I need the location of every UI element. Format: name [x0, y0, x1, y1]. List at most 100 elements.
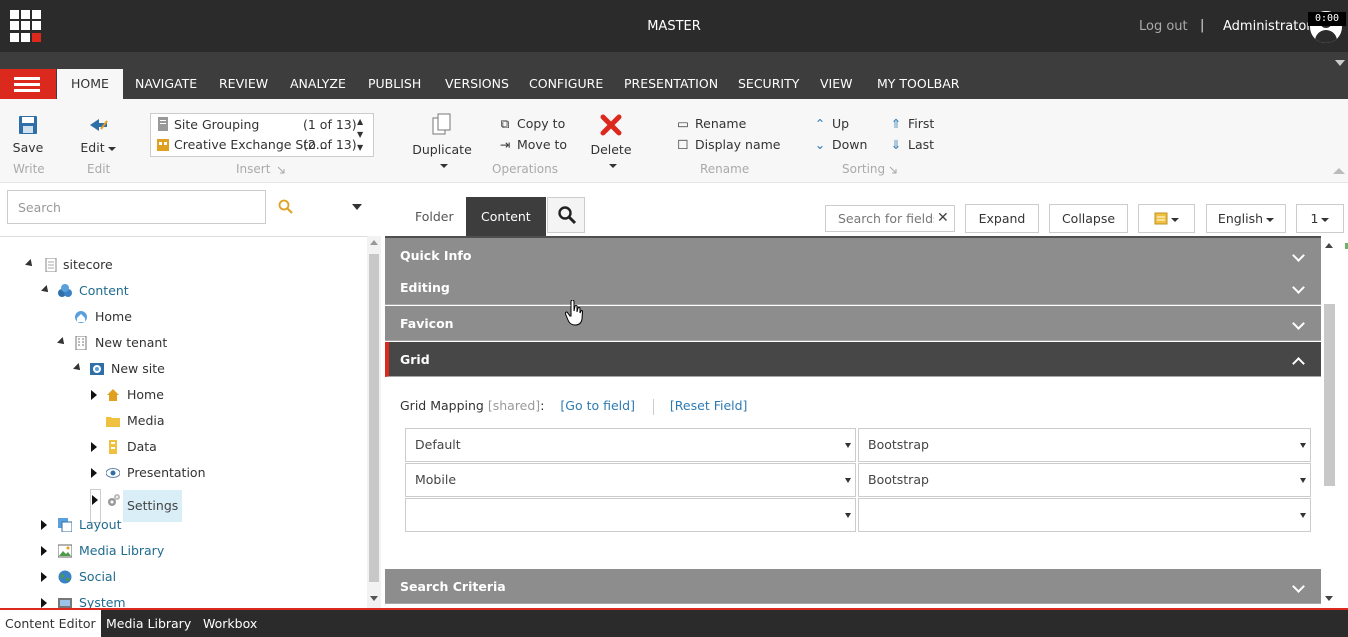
- scroll-down-icon[interactable]: ▼: [357, 130, 363, 139]
- sort-up-button[interactable]: ⌃ Up: [813, 116, 849, 131]
- collapsed-icon[interactable]: [91, 442, 97, 452]
- sort-first-button[interactable]: ⇑ First: [889, 116, 935, 131]
- scroll-up-icon[interactable]: [1325, 243, 1333, 248]
- move-to-button[interactable]: ⇥ Move to: [498, 137, 567, 152]
- tab-workbox[interactable]: Workbox: [196, 610, 264, 637]
- collapse-button[interactable]: Collapse: [1049, 204, 1128, 233]
- tab-folder[interactable]: Folder: [400, 197, 469, 236]
- up-label: Up: [832, 116, 850, 131]
- scroll-down-icon[interactable]: [370, 596, 378, 601]
- save-button[interactable]: Save: [12, 115, 44, 155]
- group-operations: Operations: [492, 162, 558, 176]
- search-tab-button[interactable]: [547, 197, 585, 233]
- ribbon-options-icon[interactable]: [1335, 60, 1345, 66]
- expand-group-icon[interactable]: [889, 166, 897, 174]
- insert-item-count: (2 of 13): [303, 137, 357, 152]
- version-button[interactable]: 1: [1296, 204, 1344, 233]
- tab-view[interactable]: VIEW: [806, 69, 867, 99]
- collapse-ribbon-icon[interactable]: [1333, 168, 1345, 174]
- section-editing[interactable]: Editing: [385, 270, 1321, 305]
- sort-last-button[interactable]: ⇓ Last: [889, 137, 934, 152]
- insert-item[interactable]: Site Grouping: [157, 117, 259, 132]
- scrollbar-thumb[interactable]: [1324, 304, 1335, 486]
- launchpad-icon[interactable]: [10, 10, 42, 42]
- menu-icon[interactable]: [0, 69, 56, 99]
- section-favicon[interactable]: Favicon: [385, 306, 1321, 341]
- select-value: Bootstrap: [868, 472, 929, 487]
- tab-home[interactable]: HOME: [57, 69, 123, 99]
- collapsed-icon[interactable]: [91, 390, 97, 400]
- field-search-input[interactable]: [826, 206, 934, 231]
- scroll-down-icon[interactable]: [1325, 596, 1333, 601]
- rename-button[interactable]: ▭ Rename: [676, 116, 746, 131]
- section-title: Grid: [400, 352, 430, 367]
- grid-system-select[interactable]: Bootstrap: [858, 428, 1311, 462]
- tab-media-library[interactable]: Media Library: [99, 610, 198, 637]
- scroll-up-icon[interactable]: [370, 240, 378, 245]
- copy-to-button[interactable]: ⧉ Copy to: [498, 116, 566, 132]
- section-grid[interactable]: Grid: [385, 342, 1321, 377]
- expanded-icon[interactable]: [41, 285, 51, 295]
- collapsed-icon[interactable]: [41, 572, 47, 582]
- save-icon: [19, 116, 37, 134]
- search-icon[interactable]: [278, 199, 294, 215]
- tab-my-toolbar[interactable]: MY TOOLBAR: [863, 69, 973, 99]
- reset-field-link[interactable]: [Reset Field]: [670, 398, 748, 413]
- delete-button[interactable]: Delete: [586, 113, 636, 172]
- user-name[interactable]: Administrator: [1223, 19, 1312, 34]
- expanded-icon[interactable]: [73, 363, 83, 373]
- section-quick-info[interactable]: Quick Info: [385, 238, 1321, 273]
- scroll-more-icon[interactable]: ▼: [357, 143, 363, 152]
- editor-scrollbar[interactable]: [1321, 236, 1337, 608]
- chevron-down-icon: [1266, 217, 1275, 222]
- validation-button[interactable]: [1138, 204, 1195, 233]
- template-icon: [158, 117, 168, 131]
- group-insert: Insert: [236, 162, 271, 176]
- device-select[interactable]: Mobile: [405, 463, 856, 497]
- tab-presentation[interactable]: PRESENTATION: [610, 69, 732, 99]
- insert-item-count: (1 of 13): [303, 117, 357, 132]
- collapsed-icon[interactable]: [41, 546, 47, 556]
- expanded-icon[interactable]: [25, 259, 35, 269]
- section-search-criteria[interactable]: Search Criteria: [385, 569, 1321, 604]
- chevron-down-icon: [1292, 249, 1305, 262]
- search-input[interactable]: [8, 191, 265, 223]
- select-value: Bootstrap: [868, 437, 929, 452]
- display-name-button[interactable]: ☐ Display name: [676, 137, 780, 152]
- collapsed-icon[interactable]: [91, 468, 97, 478]
- sort-down-button[interactable]: ⌄ Down: [813, 137, 868, 152]
- edit-button[interactable]: Edit: [80, 115, 116, 155]
- tree-scrollbar[interactable]: [367, 236, 381, 608]
- device-select[interactable]: [405, 498, 856, 532]
- expanded-icon[interactable]: [57, 337, 67, 347]
- expand-button[interactable]: Expand: [965, 204, 1039, 233]
- tab-content[interactable]: Content: [466, 197, 546, 236]
- select-value: Default: [415, 437, 461, 452]
- grid-system-select[interactable]: Bootstrap: [858, 463, 1311, 497]
- expand-group-icon[interactable]: [277, 166, 285, 174]
- close-icon[interactable]: ✕: [937, 210, 949, 226]
- device-select[interactable]: Default: [405, 428, 856, 462]
- tab-content-editor[interactable]: Content Editor: [0, 610, 101, 637]
- language-button[interactable]: English: [1206, 204, 1286, 233]
- link-divider: [652, 398, 654, 415]
- collapsed-icon[interactable]: [92, 495, 98, 505]
- chevron-up-icon: [1292, 357, 1305, 370]
- duplicate-button[interactable]: Duplicate: [408, 113, 476, 172]
- search-options-icon[interactable]: [352, 204, 362, 210]
- tab-analyze[interactable]: ANALYZE: [276, 69, 360, 99]
- tab-configure[interactable]: CONFIGURE: [515, 69, 617, 99]
- tab-security[interactable]: SECURITY: [724, 69, 813, 99]
- scrollbar-thumb[interactable]: [369, 254, 379, 582]
- tab-review[interactable]: REVIEW: [205, 69, 282, 99]
- logout-link[interactable]: Log out: [1139, 19, 1188, 34]
- grid-system-select[interactable]: [858, 498, 1311, 532]
- tab-versions[interactable]: VERSIONS: [431, 69, 523, 99]
- tab-publish[interactable]: PUBLISH: [354, 69, 435, 99]
- go-to-field-link[interactable]: [Go to field]: [560, 398, 635, 413]
- tab-navigate[interactable]: NAVIGATE: [121, 69, 211, 99]
- chevron-down-icon: [1321, 217, 1330, 222]
- collapsed-icon[interactable]: [41, 598, 47, 608]
- collapsed-icon[interactable]: [41, 520, 47, 530]
- scroll-up-icon[interactable]: ▲: [357, 117, 363, 126]
